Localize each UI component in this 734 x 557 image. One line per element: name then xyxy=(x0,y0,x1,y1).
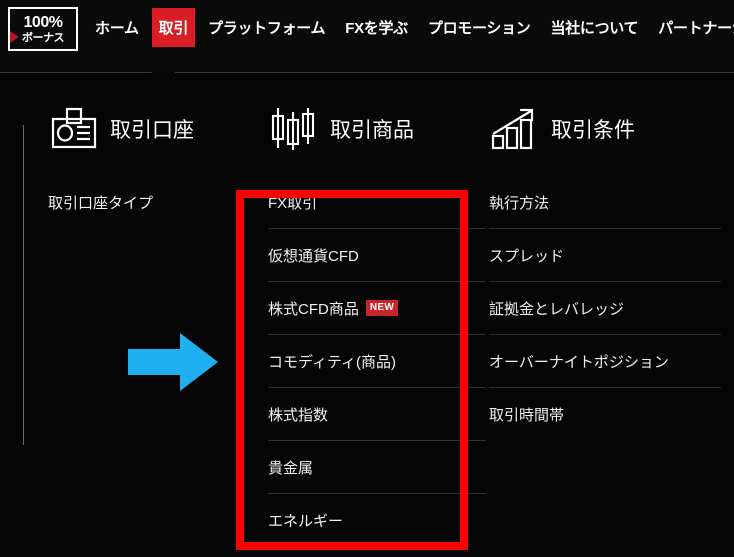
list-item[interactable]: スプレッド xyxy=(489,228,721,281)
candlestick-chart-icon xyxy=(268,106,320,152)
list-item-label: 執行方法 xyxy=(489,194,550,212)
list-item-label: 株式指数 xyxy=(268,406,329,424)
list-item[interactable]: 株式CFD商品 NEW xyxy=(268,281,486,334)
nav-item-learn-fx[interactable]: FXを学ぶ xyxy=(338,8,415,47)
bonus-percent-text: 100% xyxy=(23,13,63,31)
dropdown-list-trading-products: FX取引 仮想通貨CFD 株式CFD商品 NEW コモディティ(商品) 株式指数… xyxy=(268,176,486,546)
list-item[interactable]: FX取引 xyxy=(268,176,486,228)
list-item[interactable]: 貴金属 xyxy=(268,440,486,493)
column-header-trading-conditions: 取引条件 xyxy=(489,101,635,157)
list-item[interactable]: 株式指数 xyxy=(268,387,486,440)
main-navigation: ホーム 取引 プラットフォーム FXを学ぶ プロモーション 当社について パート… xyxy=(88,7,734,47)
page-root: 100% ボーナス ホーム 取引 プラットフォーム FXを学ぶ プロモーション … xyxy=(0,0,734,557)
list-item[interactable]: 取引時間帯 xyxy=(489,387,721,440)
column-header-trading-products: 取引商品 xyxy=(268,101,414,157)
list-item[interactable]: コモディティ(商品) xyxy=(268,334,486,387)
nav-item-about-us[interactable]: 当社について xyxy=(544,8,646,47)
list-item[interactable]: エネルギー xyxy=(268,493,486,546)
list-item[interactable]: 執行方法 xyxy=(489,176,721,228)
growth-bar-chart-icon xyxy=(489,106,541,152)
list-item-label: 株式CFD商品 xyxy=(268,300,359,318)
site-header: 100% ボーナス ホーム 取引 プラットフォーム FXを学ぶ プロモーション … xyxy=(0,0,734,72)
column-header-trading-account: 取引口座 xyxy=(48,101,194,157)
list-item-label: コモディティ(商品) xyxy=(268,353,397,371)
nav-item-home[interactable]: ホーム xyxy=(88,8,146,47)
panel-left-divider xyxy=(23,125,24,445)
list-item[interactable]: 取引口座タイプ xyxy=(48,176,233,228)
bonus-label-text: ボーナス xyxy=(22,31,65,44)
list-item-label: オーバーナイトポジション xyxy=(489,353,669,371)
list-item-label: エネルギー xyxy=(268,512,344,530)
list-item-label: 貴金属 xyxy=(268,459,314,477)
nav-item-partnership[interactable]: パートナーシップ xyxy=(651,8,734,47)
column-title-trading-account: 取引口座 xyxy=(110,119,194,142)
list-item-label: 証拠金とレバレッジ xyxy=(489,300,625,318)
list-item[interactable]: オーバーナイトポジション xyxy=(489,334,721,387)
status-badge-new: NEW xyxy=(365,300,399,316)
id-card-icon xyxy=(48,106,100,152)
dropdown-list-trading-account: 取引口座タイプ xyxy=(48,176,233,228)
column-title-trading-conditions: 取引条件 xyxy=(551,119,635,142)
list-item-label: 仮想通貨CFD xyxy=(268,247,359,265)
play-triangle-icon xyxy=(10,31,19,43)
blue-arrow-annotation xyxy=(128,333,218,391)
list-item[interactable]: 仮想通貨CFD xyxy=(268,228,486,281)
list-item[interactable]: 証拠金とレバレッジ xyxy=(489,281,721,334)
bonus-logo[interactable]: 100% ボーナス xyxy=(8,7,78,51)
dropdown-list-trading-conditions: 執行方法 スプレッド 証拠金とレバレッジ オーバーナイトポジション 取引時間帯 xyxy=(489,176,721,440)
column-title-trading-products: 取引商品 xyxy=(330,119,414,142)
list-item-label: 取引時間帯 xyxy=(489,406,565,424)
nav-item-promotions[interactable]: プロモーション xyxy=(421,8,538,47)
list-item-label: 取引口座タイプ xyxy=(48,194,154,212)
list-item-label: スプレッド xyxy=(489,247,565,265)
nav-item-platform[interactable]: プラットフォーム xyxy=(201,8,332,47)
trading-mega-dropdown: 取引口座 取引口座タイプ 取引商品 FX取引 仮想通貨CFD 株式CFD商品 N… xyxy=(0,73,734,557)
nav-item-trading[interactable]: 取引 xyxy=(151,7,196,47)
list-item-label: FX取引 xyxy=(268,194,318,212)
